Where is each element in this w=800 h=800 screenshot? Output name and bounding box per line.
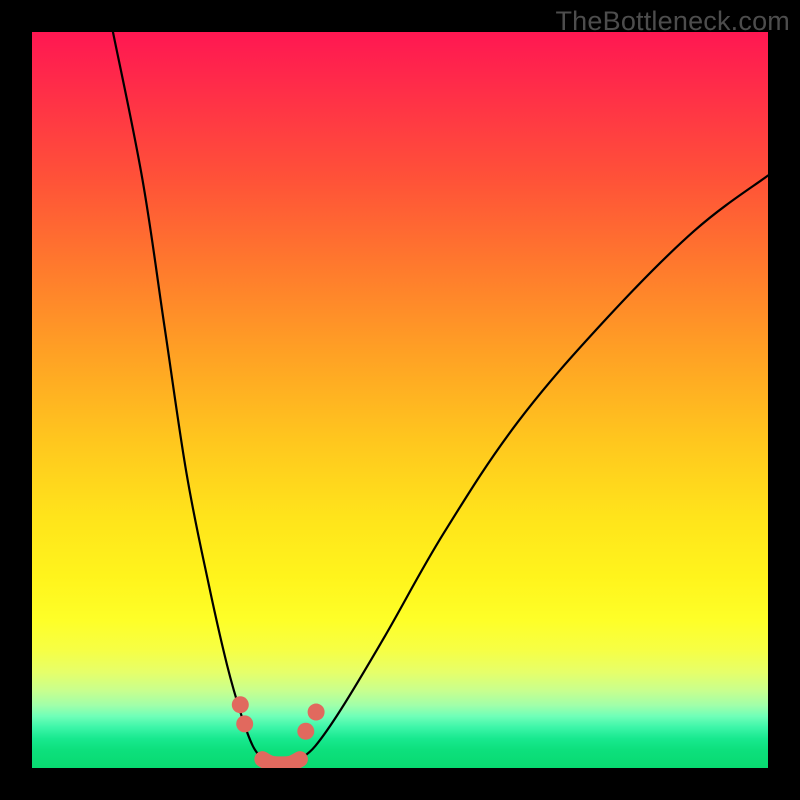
curve-left-arm [113,32,262,759]
watermark-text: TheBottleneck.com [555,6,790,37]
trough-segment [262,759,300,764]
left-upper-dot [232,696,249,713]
left-lower-dot [236,715,253,732]
chart-frame: TheBottleneck.com [0,0,800,800]
right-lower-dot [297,723,314,740]
marker-dots [232,696,325,740]
curve-layer [32,32,768,768]
right-upper-dot [308,704,325,721]
curve-right-arm [300,176,768,760]
plot-area [32,32,768,768]
